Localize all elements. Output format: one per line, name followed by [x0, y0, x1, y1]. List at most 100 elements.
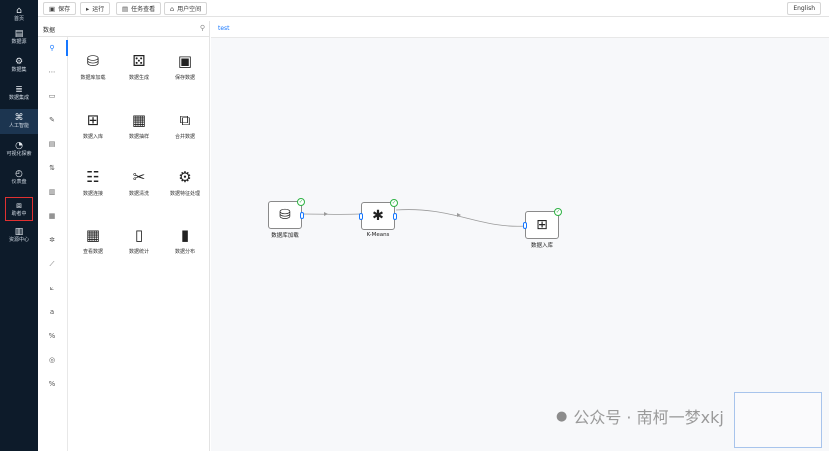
nav-ai[interactable]: ⌘ 人工智能: [0, 109, 38, 134]
category-edit[interactable]: ✎: [38, 112, 66, 128]
nav-dataset[interactable]: ⚙ 数据集: [0, 53, 38, 78]
component-view-data[interactable]: ▦ 查看数据: [70, 225, 116, 265]
kmeans-icon: ✱: [372, 208, 384, 224]
home-icon: ⌂: [170, 4, 175, 13]
category-model[interactable]: ✲: [38, 232, 66, 248]
node-database-load[interactable]: ⛁ ✓: [268, 198, 305, 229]
save-button[interactable]: ▣ 保存: [43, 2, 77, 15]
category-percent[interactable]: %: [38, 328, 66, 344]
data-icon: ▭: [48, 92, 56, 100]
data-distribution-icon: ▮: [180, 226, 190, 244]
columns-icon: ▥: [48, 188, 56, 196]
category-sort[interactable]: ⇅: [38, 160, 66, 176]
user-space-button[interactable]: ⌂ 用户空间: [164, 2, 208, 15]
play-icon: ▸: [86, 4, 90, 13]
nav-resource[interactable]: ▥ 资源中心: [0, 223, 38, 248]
more-icon: ⋯: [48, 68, 56, 76]
database-load-icon: ⛁: [279, 207, 291, 223]
component-feature-process[interactable]: ⚙ 数据特征处理: [162, 167, 208, 207]
search-icon[interactable]: ⚲: [200, 24, 205, 32]
category-evaluate[interactable]: ⟀: [38, 280, 66, 296]
visual-explore-icon: ◔: [15, 141, 23, 151]
category-target[interactable]: ◎: [38, 352, 66, 368]
category-grid[interactable]: ▦: [38, 208, 66, 224]
evaluate-icon: ⟀: [49, 283, 55, 292]
data-join-icon: ☷: [86, 168, 100, 186]
status-ok-icon: ✓: [297, 198, 305, 206]
dashboard-icon: ◴: [15, 169, 23, 179]
table-icon: ▤: [48, 140, 56, 148]
nav-home[interactable]: ⌂ 首页: [0, 2, 38, 27]
feature-process-icon: ⚙: [178, 168, 192, 186]
data-import-icon: ⊞: [536, 217, 548, 233]
search-icon: ⚲: [49, 44, 55, 52]
output-port[interactable]: [393, 213, 397, 220]
target-icon: ◎: [48, 356, 56, 364]
node-kmeans[interactable]: ✱ ✓: [359, 199, 398, 230]
ratio-icon: %: [48, 380, 56, 388]
data-clean-icon: ✂: [132, 168, 146, 186]
category-search[interactable]: ⚲: [38, 40, 68, 56]
edge-kmeans-to-import[interactable]: [395, 209, 526, 227]
database-load-icon: ⛁: [86, 52, 100, 70]
status-ok-icon: ✓: [554, 208, 562, 216]
top-toolbar: ▣ 保存 ▸ 运行 ▤ 任务查看 ⌂ 用户空间 English: [38, 0, 829, 17]
node-label: K-Means: [366, 232, 390, 238]
panel-header: 数据 ⚲: [38, 21, 210, 37]
input-port[interactable]: [359, 213, 363, 220]
category-data[interactable]: ▭: [38, 88, 66, 104]
save-icon: ▣: [49, 4, 56, 13]
component-merge-data[interactable]: ⧉ 合并数据: [162, 110, 208, 150]
category-ratio[interactable]: %: [38, 376, 66, 392]
component-database-load[interactable]: ⛁ 数据库加载: [70, 51, 116, 91]
nav-datasource[interactable]: ▤ 数据源: [0, 25, 38, 50]
category-table[interactable]: ▤: [38, 136, 66, 152]
component-data-stats[interactable]: ▯ 数据统计: [116, 225, 162, 265]
status-ok-icon: ✓: [390, 199, 398, 207]
data-stats-icon: ▯: [134, 226, 144, 244]
category-columns[interactable]: ▥: [38, 184, 66, 200]
category-more[interactable]: ⋯: [38, 64, 66, 80]
workflow-icon: ⧈: [16, 200, 22, 211]
run-button[interactable]: ▸ 运行: [80, 2, 111, 15]
nav-integration[interactable]: ≣ 数据集成: [0, 81, 38, 106]
nav-dashboard[interactable]: ◴ 仪表盘: [0, 165, 38, 190]
task-view-button[interactable]: ▤ 任务查看: [116, 2, 162, 15]
task-icon: ▤: [122, 4, 129, 13]
workflow-canvas[interactable]: test ⛁ ✓ 数据库加载 ✱ ✓ K-Means ⊞ ✓ 数据入库: [211, 21, 829, 451]
component-panel: 数据 ⚲ ⚲ ⋯ ▭ ✎ ▤ ⇅ ▥ ▦ ✲ ⟋ ⟀ a % ◎ % ⛁ 数据库…: [38, 21, 210, 451]
wechat-icon: ●: [556, 408, 568, 424]
line-chart-icon: ⟋: [49, 259, 55, 268]
home-icon: ⌂: [16, 6, 22, 16]
resource-icon: ▥: [14, 227, 24, 237]
nav-workflow[interactable]: ⧈ 助者中: [4, 196, 34, 222]
input-port[interactable]: [523, 222, 527, 229]
category-regression[interactable]: ⟋: [38, 256, 66, 272]
data-sample-icon: ▦: [131, 111, 147, 129]
component-data-generate[interactable]: ⚄ 数据生成: [116, 51, 162, 91]
component-data-distribution[interactable]: ▮ 数据分布: [162, 225, 208, 265]
output-port[interactable]: [300, 212, 304, 219]
view-data-icon: ▦: [85, 226, 101, 244]
data-generate-icon: ⚄: [132, 52, 146, 70]
component-data-import[interactable]: ⊞ 数据入库: [70, 110, 116, 150]
nav-visual-explore[interactable]: ◔ 可视化探索: [0, 137, 38, 162]
save-data-icon: ▣: [177, 52, 193, 70]
language-switch-button[interactable]: English: [787, 2, 821, 15]
panel-title: 数据: [43, 27, 56, 34]
component-data-join[interactable]: ☷ 数据连接: [70, 167, 116, 207]
sort-icon: ⇅: [49, 164, 55, 172]
category-text[interactable]: a: [38, 304, 66, 320]
merge-data-icon: ⧉: [179, 111, 191, 129]
component-data-sample[interactable]: ▦ 数据抽样: [116, 110, 162, 150]
percent-icon: %: [48, 332, 56, 340]
category-list: ⚲ ⋯ ▭ ✎ ▤ ⇅ ▥ ▦ ✲ ⟋ ⟀ a % ◎ %: [38, 37, 68, 451]
node-data-import[interactable]: ⊞ ✓: [523, 208, 562, 239]
edit-icon: ✎: [49, 116, 55, 124]
dataset-icon: ⚙: [14, 57, 24, 67]
canvas-minimap[interactable]: [734, 392, 822, 448]
arrow-marker: [324, 212, 328, 216]
grid-icon: ▦: [48, 212, 56, 220]
component-data-clean[interactable]: ✂ 数据清洗: [116, 167, 162, 207]
component-save-data[interactable]: ▣ 保存数据: [162, 51, 208, 91]
